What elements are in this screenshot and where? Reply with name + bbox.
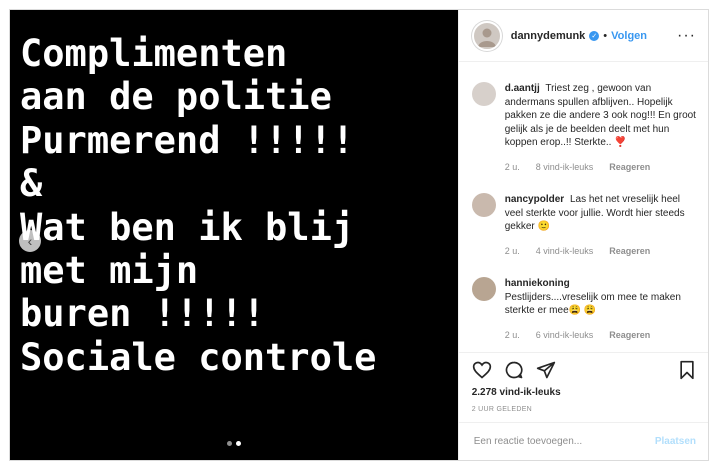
comment-text: Pestlijders....vreselijk om mee te maken… <box>504 291 681 317</box>
comment-username[interactable]: nancypolder <box>505 194 564 205</box>
comment-username[interactable]: hanniekoning <box>505 277 693 291</box>
comment-age: 2 u. <box>504 161 520 172</box>
like-count[interactable]: 2.278 vind-ik-leuks <box>472 387 696 398</box>
comment-likes[interactable]: 4 vind-ik-leuks <box>536 245 594 259</box>
comment-meta: 2 u. 8 vind-ik-leuks Reageren <box>505 161 696 175</box>
comment-item: nancypolder Las het net vreselijk heel v… <box>471 193 696 258</box>
comment-meta: 2 u. 6 vind-ik-leuks Reageren <box>505 329 696 343</box>
comments-list[interactable]: d.aantjj Triest zeg , gewoon van anderma… <box>459 62 708 352</box>
post-sidebar: dannydemunk ✓ • Volgen ··· d.aantjj Trie… <box>457 10 708 460</box>
comment-item: hanniekoning Pestlijders....vreselijk om… <box>471 277 696 342</box>
media-text: Complimenten aan de politie Purmerend !!… <box>20 32 376 379</box>
add-comment-bar: Plaatsen <box>458 422 708 460</box>
comment-likes[interactable]: 8 vind-ik-leuks <box>536 161 594 175</box>
reply-button[interactable]: Reageren <box>609 161 650 175</box>
comment-content: hanniekoning Pestlijders....vreselijk om… <box>505 277 696 318</box>
instagram-post: Complimenten aan de politie Purmerend !!… <box>9 9 709 461</box>
avatar[interactable] <box>471 20 502 51</box>
media-text-line: Sociale controle <box>20 335 377 379</box>
comment-row: d.aantjj Triest zeg , gewoon van anderma… <box>505 82 696 150</box>
action-icons <box>472 353 696 387</box>
post-actions: 2.278 vind-ik-leuks 2 UUR GELEDEN <box>458 352 708 424</box>
media-text-line: aan de politie <box>20 75 332 119</box>
comment-age: 2 u. <box>504 245 520 256</box>
comment-content: d.aantjj Triest zeg , gewoon van anderma… <box>505 82 696 150</box>
heart-icon[interactable] <box>472 360 492 380</box>
post-header: dannydemunk ✓ • Volgen ··· <box>458 10 708 62</box>
share-icon[interactable] <box>536 360 556 380</box>
comment-body: d.aantjj Triest zeg , gewoon van anderma… <box>505 82 696 174</box>
comment-content: nancypolder Las het net vreselijk heel v… <box>505 193 696 234</box>
bookmark-icon[interactable] <box>678 360 696 380</box>
post-media[interactable]: Complimenten aan de politie Purmerend !!… <box>10 10 458 460</box>
media-text-line: Complimenten <box>20 32 288 75</box>
commenter-avatar[interactable] <box>471 82 496 106</box>
reply-button[interactable]: Reageren <box>609 329 650 343</box>
reply-button[interactable]: Reageren <box>609 245 650 259</box>
author-username[interactable]: dannydemunk <box>511 30 586 42</box>
verified-badge-icon: ✓ <box>589 30 600 41</box>
comment-meta: 2 u. 4 vind-ik-leuks Reageren <box>505 245 696 259</box>
previous-arrow-icon[interactable]: ‹ <box>19 230 41 252</box>
media-text-line: buren !!!!! <box>20 292 266 336</box>
post-comment-button[interactable]: Plaatsen <box>655 436 696 447</box>
comment-input[interactable] <box>471 435 655 448</box>
comment-icon[interactable] <box>504 360 524 380</box>
carousel-dot <box>226 441 232 446</box>
comment-item: d.aantjj Triest zeg , gewoon van anderma… <box>471 82 696 174</box>
media-text-line: Purmerend !!!!! <box>20 118 355 162</box>
comment-body: hanniekoning Pestlijders....vreselijk om… <box>505 277 696 342</box>
carousel-indicator <box>10 441 458 446</box>
post-timestamp: 2 UUR GELEDEN <box>471 406 533 413</box>
comment-age: 2 u. <box>504 329 520 340</box>
media-text-line: & <box>20 162 43 206</box>
carousel-dot-active <box>235 441 241 446</box>
media-text-line: met mijn <box>20 249 199 293</box>
comment-username[interactable]: d.aantjj <box>505 83 540 94</box>
comment-likes[interactable]: 6 vind-ik-leuks <box>536 329 594 343</box>
follow-button[interactable]: Volgen <box>611 30 647 42</box>
comment-body: nancypolder Las het net vreselijk heel v… <box>505 193 696 258</box>
commenter-avatar[interactable] <box>471 277 496 301</box>
commenter-avatar[interactable] <box>471 193 496 217</box>
more-options-icon[interactable]: ··· <box>677 27 696 45</box>
user-icon <box>477 28 496 47</box>
media-text-line: Wat ben ik blij <box>20 205 355 249</box>
separator-dot: • <box>603 29 608 42</box>
